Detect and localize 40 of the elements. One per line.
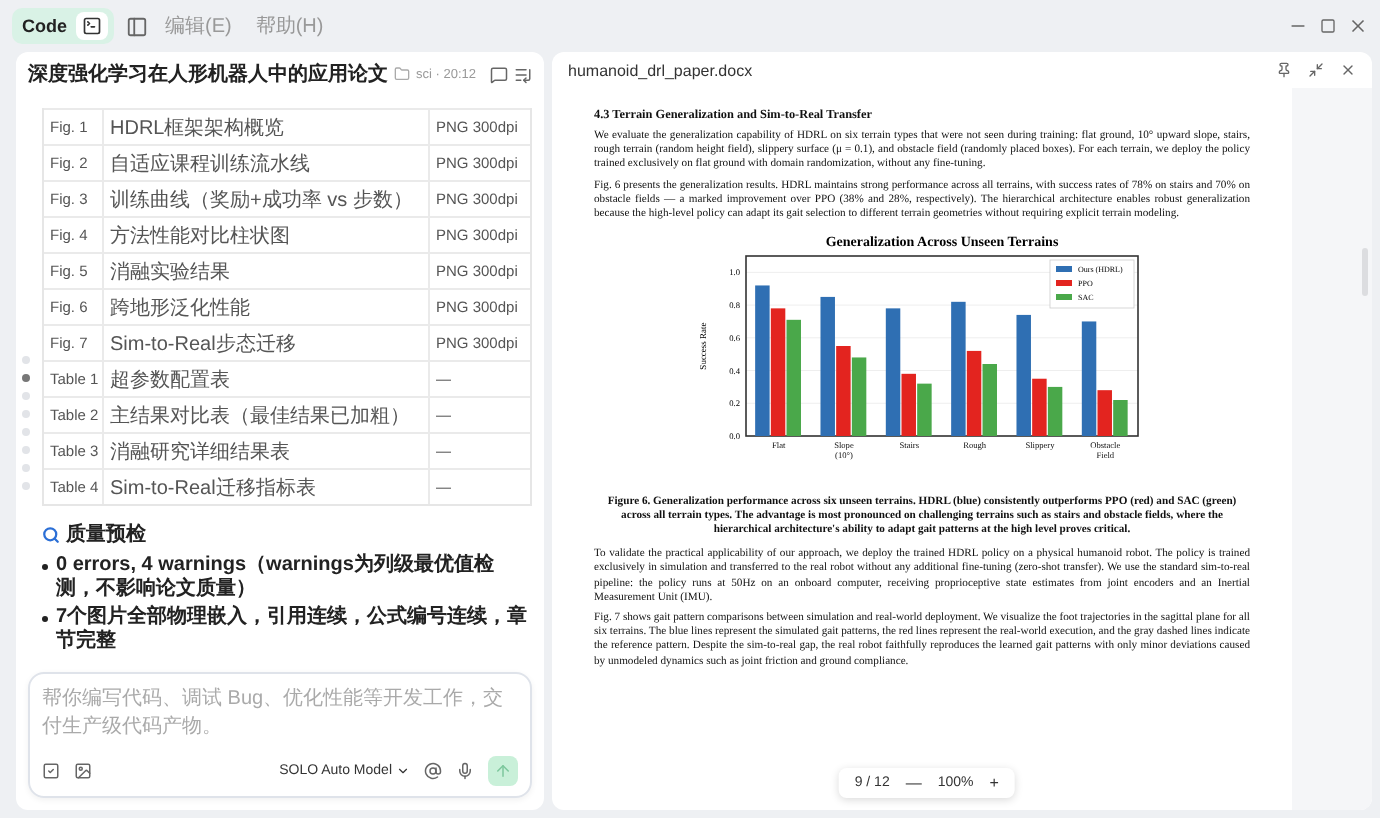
image-icon[interactable] [74, 762, 92, 780]
table-cell: 超参数配置表 [104, 362, 430, 396]
close-icon[interactable] [1340, 62, 1356, 78]
close-icon[interactable] [1348, 16, 1368, 36]
list-icon[interactable] [514, 65, 532, 83]
zoom-out-button[interactable]: — [905, 774, 922, 792]
nav-dot[interactable] [22, 374, 30, 382]
table-cell: Sim-to-Real迁移指标表 [104, 470, 430, 504]
sidebar-toggle-icon[interactable] [125, 15, 147, 37]
microphone-icon[interactable] [456, 762, 474, 780]
checkbox-icon[interactable] [42, 762, 60, 780]
restore-icon[interactable] [1320, 18, 1336, 34]
message-icon[interactable] [490, 65, 508, 83]
folder-icon [394, 66, 410, 82]
mention-icon[interactable] [424, 762, 442, 780]
table-cell: 训练曲线（奖励+成功率 vs 步数） [104, 182, 430, 216]
table-cell: 消融研究详细结果表 [104, 434, 430, 468]
document-filename: humanoid_drl_paper.docx [568, 61, 753, 79]
collapse-icon[interactable] [1308, 62, 1324, 78]
table-cell: 消融实验结果 [104, 254, 430, 288]
terminal-icon [75, 12, 107, 40]
bullet-text: 0 errors, 4 warnings（warnings为列级最优值检测，不影响论文质量） [56, 554, 496, 602]
bullet-dot [42, 616, 48, 622]
search-icon [42, 525, 60, 543]
arrow-up-icon [494, 762, 512, 780]
code-button[interactable]: Code [12, 8, 113, 44]
section-heading: 质量预检 [66, 521, 146, 548]
bullet-text: 7个图片全部物理嵌入，引用连续，公式编号连续，章节完整 [56, 606, 530, 654]
table-cell: 主结果对比表（最佳结果已加粗） [104, 398, 430, 432]
bullet-dot [42, 564, 48, 570]
table-cell: HDRL框架架构概览 [104, 110, 430, 144]
pin-icon[interactable] [1276, 62, 1292, 78]
table-cell: Sim-to-Real步态迁移 [104, 326, 430, 360]
zoom-in-button[interactable]: + [989, 774, 999, 792]
table-cell: 自适应课程训练流水线 [104, 146, 430, 180]
table-cell: 跨地形泛化性能 [104, 290, 430, 324]
conversation-title: 深度强化学习在人形机器人中的应用论文 [28, 60, 388, 88]
chart-legend [1049, 260, 1135, 309]
table-cell: 方法性能对比柱状图 [104, 218, 430, 252]
caret-icon [396, 764, 410, 778]
